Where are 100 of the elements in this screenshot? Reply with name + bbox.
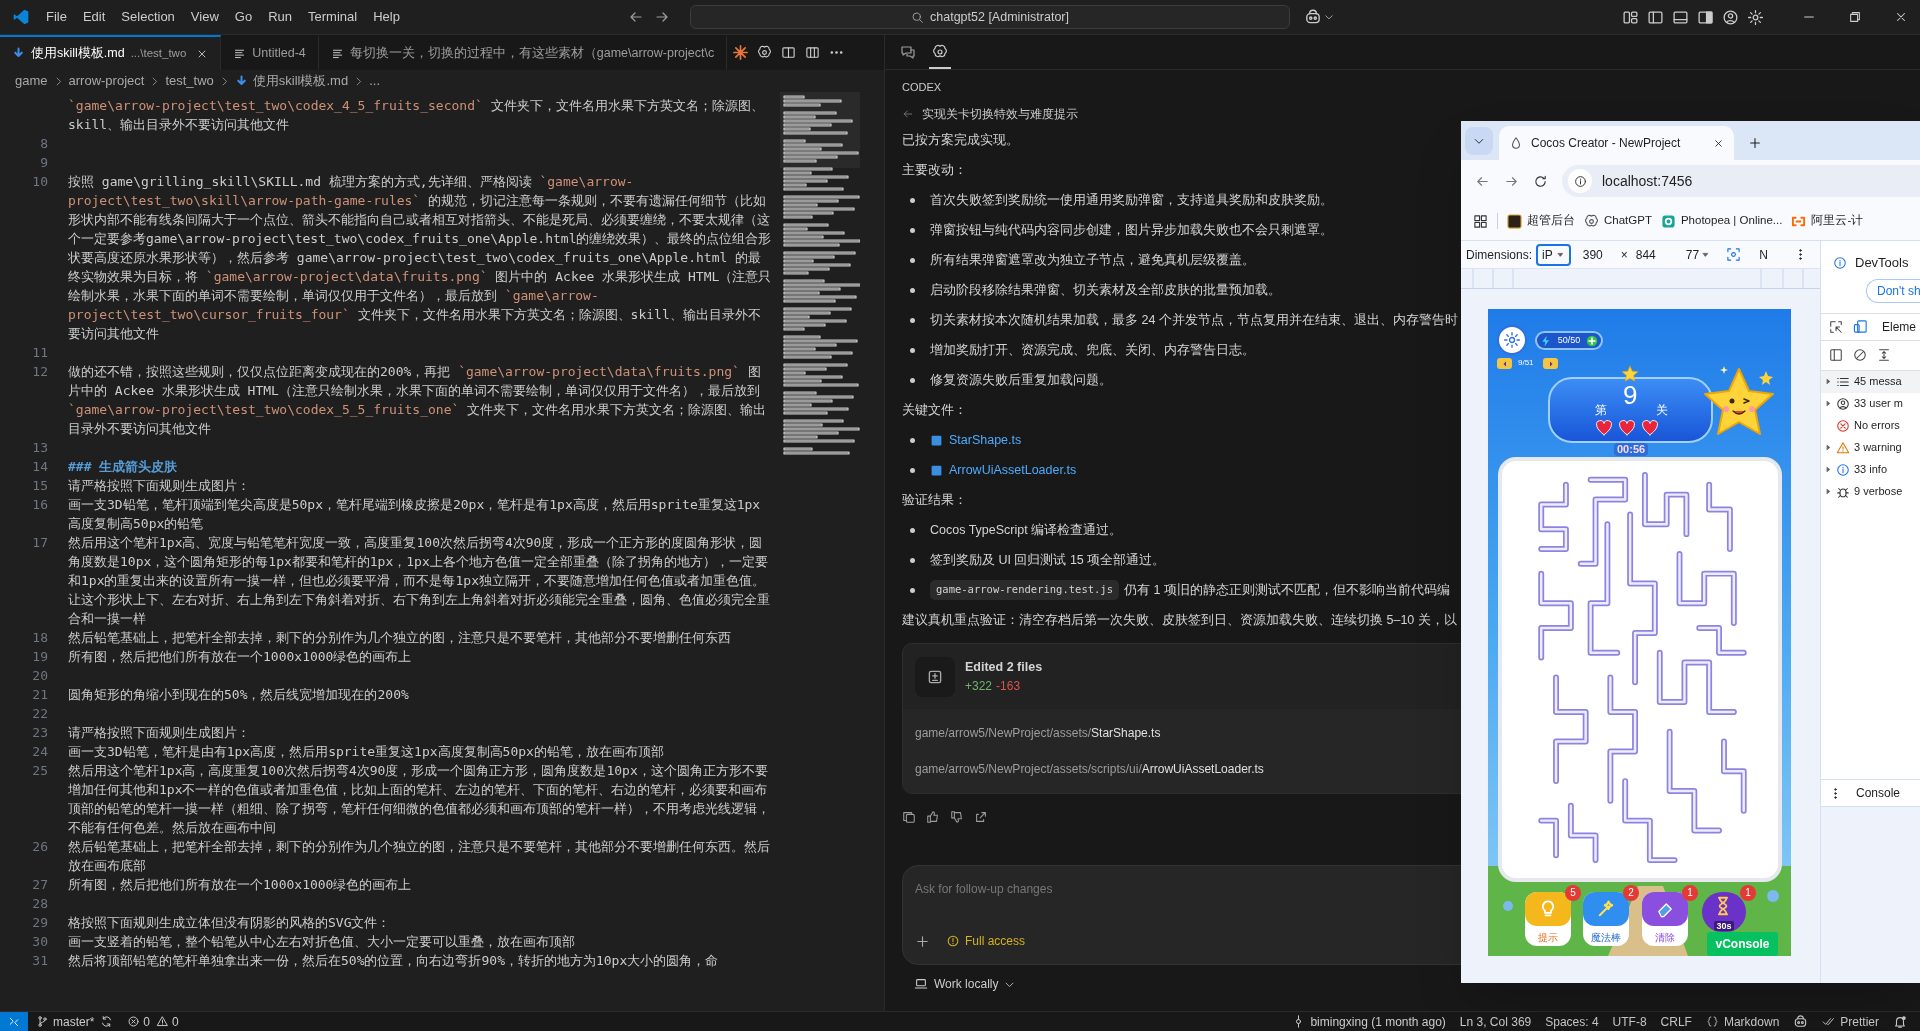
sync-icon[interactable] xyxy=(100,1015,114,1028)
openai-icon xyxy=(932,43,948,60)
console-filter-item[interactable]: No errors xyxy=(1854,417,1900,434)
file-path[interactable]: game/arrow5/NewProject/assets/StarShape.ts xyxy=(903,715,1461,751)
line-number: 10 xyxy=(31,173,48,191)
zoom-select[interactable]: 77 xyxy=(1685,245,1711,264)
menu-item[interactable]: Terminal xyxy=(300,5,366,29)
capture-icon[interactable] xyxy=(1726,247,1742,262)
bookmark[interactable]: Photopea | Online... xyxy=(1660,212,1783,230)
work-mode-dropdown[interactable]: Work locally xyxy=(914,975,1016,993)
scroll-icon[interactable] xyxy=(1877,348,1891,362)
thumbs-up-icon[interactable] xyxy=(926,810,940,824)
console-drawer-tab[interactable]: Console xyxy=(1856,784,1901,802)
tool-button[interactable]: 清除 xyxy=(1642,892,1688,946)
clear-console-icon[interactable] xyxy=(1853,348,1867,362)
bookmark[interactable]: 阿里云-计 xyxy=(1791,212,1864,230)
back-arrow-icon[interactable] xyxy=(902,108,914,120)
account-icon[interactable] xyxy=(1722,8,1739,26)
editor-tab[interactable]: 使用skill模板.md ...\test_two xyxy=(0,35,222,70)
branch-button[interactable]: master* xyxy=(36,1012,95,1031)
elements-tab[interactable]: Eleme xyxy=(1882,317,1916,336)
blame-item[interactable]: bimingxing (1 month ago) xyxy=(1285,1011,1453,1031)
file-link[interactable]: ArrowUiAssetLoader.ts xyxy=(949,460,1077,480)
file-link[interactable]: StarShape.ts xyxy=(949,430,1022,450)
status-item[interactable]: CRLF xyxy=(1653,1011,1699,1031)
expand-triangle-icon[interactable] xyxy=(1825,444,1832,451)
command-search-field[interactable]: chatgpt52 [Administrator] xyxy=(690,5,1290,29)
level-counter: 9/51 xyxy=(1518,357,1534,369)
language-mode-button[interactable]: Markdown xyxy=(1698,1011,1787,1031)
file-path[interactable]: game/arrow5/NewProject/assets/scripts/ui/ArrowUiAssetLoader.ts xyxy=(903,751,1461,787)
device-select[interactable]: iP xyxy=(1536,243,1571,266)
previous-level-button[interactable] xyxy=(1497,358,1512,369)
restore-icon[interactable] xyxy=(1848,10,1862,24)
sunburst-icon[interactable] xyxy=(733,45,749,60)
menu-item[interactable]: View xyxy=(182,5,227,29)
console-filter-item[interactable]: 33 info xyxy=(1854,461,1888,478)
close-icon[interactable] xyxy=(1713,137,1724,149)
bookmark[interactable]: 超管后台 xyxy=(1507,212,1575,230)
menu-item[interactable]: Run xyxy=(260,5,300,29)
columns-icon[interactable] xyxy=(805,45,821,60)
bookmark[interactable]: ChatGPT xyxy=(1584,212,1652,230)
sidebar-icon[interactable] xyxy=(1829,348,1843,362)
split-editor-icon[interactable] xyxy=(781,45,797,60)
breadcrumb-item[interactable]: game xyxy=(15,71,48,91)
copilot-icon[interactable] xyxy=(1304,8,1322,26)
follow-up-composer[interactable]: Ask for follow-up changes Full access xyxy=(902,865,1462,965)
device-toggle-icon[interactable] xyxy=(1853,319,1868,334)
prettier-button[interactable]: Prettier xyxy=(1815,1011,1886,1031)
plus-circle-icon[interactable] xyxy=(1586,334,1598,347)
close-icon[interactable] xyxy=(1894,10,1908,24)
throttle-select[interactable]: N xyxy=(1759,245,1768,264)
text-line: 画一支3D铅笔，笔杆顶端到笔尖高度是50px，笔杆尾端到橡皮擦是20px，笔杆是有1px高度，然后用sprite重复这1px高度复制高50px的铅笔 xyxy=(68,496,762,533)
menu-item[interactable]: File xyxy=(38,5,75,29)
copy-icon[interactable] xyxy=(902,810,916,824)
level-suffix: 关 xyxy=(1656,402,1668,419)
reload-icon[interactable] xyxy=(1533,173,1548,189)
remote-button[interactable] xyxy=(0,1011,28,1031)
search-icon xyxy=(911,10,924,24)
line-number: 9 xyxy=(39,154,48,172)
console-filter-item[interactable]: 9 verbose xyxy=(1854,483,1903,500)
inline-code: game-arrow-rendering.test.js xyxy=(930,580,1119,600)
menu-item[interactable]: Help xyxy=(365,5,408,29)
address-bar[interactable]: localhost:7456 xyxy=(1562,165,1920,197)
tool-button[interactable]: 魔法棒 xyxy=(1583,892,1629,946)
openai-icon[interactable] xyxy=(757,45,773,60)
markdown-file-icon xyxy=(12,47,25,60)
full-access-button[interactable]: Full access xyxy=(946,932,1026,950)
plus-icon[interactable] xyxy=(915,933,930,949)
thumbs-down-icon[interactable] xyxy=(950,810,964,824)
problems-button[interactable]: 0 0 xyxy=(127,1012,179,1031)
settings-icon[interactable] xyxy=(1747,8,1764,26)
more-crumb[interactable]: ... xyxy=(369,71,380,91)
text-line: 按照 game\grilling_skill\SKILL.md 梳理方案的方式,先详细、严格阅读 `game\arrow-project\test_two\skill\arrow-path-game-rules` 的规范，切记注意每一条规则，不要有遗漏任何细节（比如形状内部不能有线条间隔大于一个点位、箭头不能指向自己或者相互对指箭头、不能是死局、必须要缠绕，不要太规律（这个一定要参考game\arrow-project\test_two\codex_fruits_one\Apple.html的缠绕效果）、最终的点位组合形状要高度还原水果形状等），然后参考 game\arrow-project\test_two\codex_fruits_one\Apple.html 的最终实物效果为目标，将 `game\arrow-project\data\fruits.png` 图片中的 Ackee 水果形状生成 HTML（注意只绘制水果，水果下面的单词不需要绘制，单词仅仅用于文件名），最后放到 `game\arrow-project\test_two\cursor_fruits_four` 文件夹下，文件名用水果下方英文名；除源图、skill、输出目录外不要访问其他文件 xyxy=(68,173,772,343)
caret-icon[interactable] xyxy=(1324,12,1334,22)
new-tab-icon[interactable] xyxy=(1748,136,1762,150)
menu-item[interactable]: Edit xyxy=(74,5,114,29)
share-icon[interactable] xyxy=(974,810,988,824)
breadcrumb-item[interactable]: test_two xyxy=(165,71,214,91)
status-item[interactable]: Ln 3, Col 369 xyxy=(1452,1011,1539,1031)
expand-triangle-icon[interactable] xyxy=(1825,378,1832,385)
status-item[interactable]: Spaces: 4 xyxy=(1538,1011,1606,1031)
status-item[interactable]: UTF-8 xyxy=(1605,1011,1654,1031)
menu-item[interactable]: Selection xyxy=(113,5,183,29)
expand-triangle-icon[interactable] xyxy=(1825,466,1832,473)
breadcrumb-item[interactable]: arrow-project xyxy=(68,71,145,91)
console-filter-item[interactable]: 3 warning xyxy=(1854,439,1902,456)
menu-item[interactable]: Go xyxy=(226,5,261,29)
width-field[interactable]: 390 xyxy=(1582,245,1603,264)
console-filter-item[interactable]: 33 user m xyxy=(1854,395,1903,412)
expand-triangle-icon[interactable] xyxy=(1825,400,1832,407)
apps-grid-icon[interactable] xyxy=(1473,213,1488,229)
info-icon xyxy=(1836,462,1850,477)
expand-triangle-icon[interactable] xyxy=(1825,488,1832,495)
text-line: 然后铅笔基础上，把笔杆全部去掉，剩下的分别作为几个独立的图，注意只是不要笔杆，其他部分不要增删任何东西 xyxy=(68,629,732,647)
browser-tab[interactable]: Cocos Creator - NewProject xyxy=(1499,126,1734,160)
next-level-button[interactable] xyxy=(1543,358,1558,369)
settings-button[interactable] xyxy=(1497,325,1527,355)
inspect-icon[interactable] xyxy=(1829,319,1843,334)
height-field[interactable]: 844 xyxy=(1635,245,1656,264)
breadcrumb-item[interactable]: 使用skill模板.md xyxy=(252,71,349,91)
